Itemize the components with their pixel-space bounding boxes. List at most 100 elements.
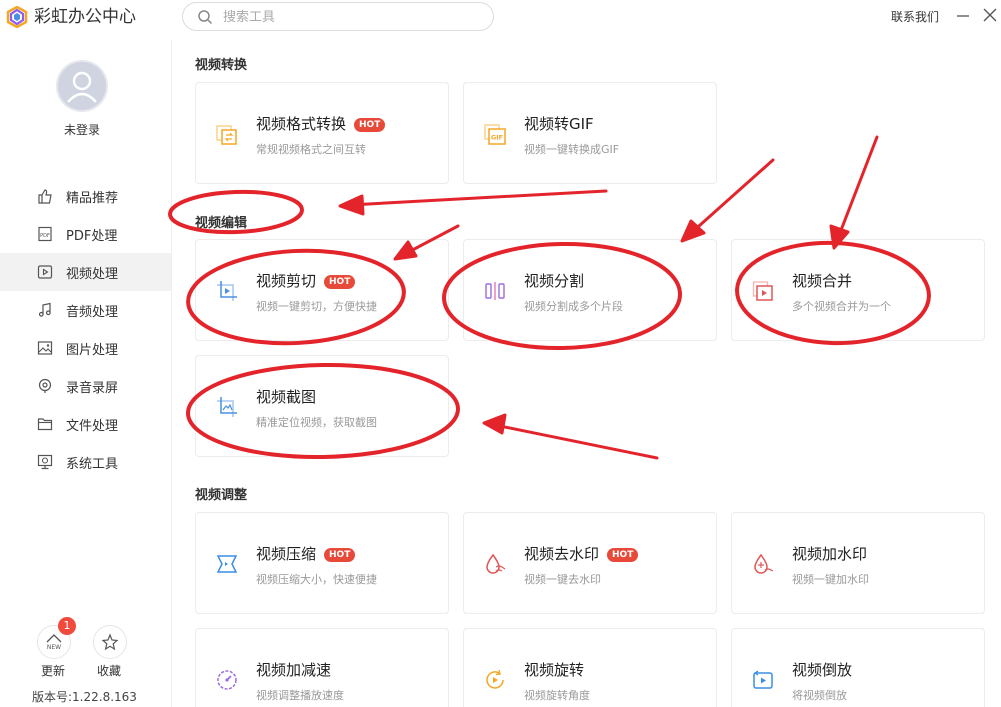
- card-video-speed[interactable]: 视频加减速 视频调整播放速度: [195, 628, 449, 707]
- sidebar-item-label: 系统工具: [66, 456, 119, 472]
- card-video-remove-watermark[interactable]: 视频去水印 HOT 视频一键去水印: [463, 512, 717, 614]
- folder-icon: [37, 418, 53, 431]
- avatar[interactable]: [56, 60, 108, 112]
- card-description: 视频一键加水印: [792, 573, 869, 586]
- star-icon: [101, 633, 119, 651]
- minimize-icon[interactable]: [954, 6, 972, 24]
- sidebar-item-system[interactable]: 系统工具: [0, 443, 171, 481]
- sidebar-item-audio[interactable]: 音频处理: [0, 291, 171, 329]
- title-bar: 彩虹办公中心 联系我们: [0, 0, 1001, 40]
- sidebar-item-record[interactable]: 录音录屏: [0, 367, 171, 405]
- sidebar-item-label: 视频处理: [66, 266, 119, 282]
- favorites-label: 收藏: [97, 664, 122, 678]
- card-description: 视频调整播放速度: [256, 689, 344, 702]
- card-title: 视频格式转换 HOT: [256, 113, 386, 134]
- card-title: 视频去水印 HOT: [524, 543, 639, 564]
- gif-icon-text: GIF: [491, 134, 503, 142]
- card-video-add-watermark[interactable]: 视频加水印 视频一键加水印: [731, 512, 985, 614]
- card-title: 视频截图: [256, 388, 317, 406]
- add-watermark-icon: [754, 553, 774, 574]
- gif-icon: GIF: [484, 124, 506, 145]
- video-icon: [37, 265, 53, 279]
- card-video-reverse[interactable]: 视频倒放 将视频倒放: [731, 628, 985, 707]
- card-title: 视频倒放: [792, 661, 853, 679]
- card-description: 视频压缩大小，快速便捷: [256, 573, 377, 586]
- section-title: 视频转换: [195, 58, 248, 73]
- search-box[interactable]: [182, 2, 494, 31]
- card-video-rotate[interactable]: 视频旋转 视频旋转角度: [463, 628, 717, 707]
- card-description: 将视频倒放: [792, 689, 847, 702]
- speed-icon: [217, 670, 237, 690]
- section-title: 视频调整: [195, 488, 248, 503]
- card-description: 视频一键剪切，方便快捷: [256, 300, 377, 313]
- update-badge: 1: [58, 617, 76, 635]
- card-description: 视频一键去水印: [524, 573, 601, 586]
- app-logo-icon: [6, 6, 28, 28]
- card-description: 视频旋转角度: [524, 689, 590, 702]
- sidebar-item-video[interactable]: 视频处理: [0, 253, 171, 291]
- crop-icon: [217, 281, 237, 301]
- card-title: 视频加减速: [256, 661, 332, 679]
- user-icon: [67, 71, 97, 103]
- pdf-icon: PDF: [38, 226, 52, 242]
- card-video-compress[interactable]: 视频压缩 HOT 视频压缩大小，快速便捷: [195, 512, 449, 614]
- card-title: 视频压缩 HOT: [256, 543, 356, 564]
- sidebar-item-label: 文件处理: [66, 418, 119, 434]
- hot-badge: HOT: [607, 548, 639, 562]
- card-video-screenshot[interactable]: 视频截图 精准定位视频，获取截图: [195, 355, 449, 457]
- close-icon[interactable]: [981, 6, 999, 24]
- rotate-icon: [486, 669, 504, 689]
- app-window: 彩虹办公中心 联系我们 未登录: [0, 0, 1001, 707]
- card-description: 精准定位视频，获取截图: [256, 416, 377, 429]
- update-label: 更新: [41, 664, 66, 678]
- sidebar-item-label: 录音录屏: [66, 380, 119, 396]
- screenshot-icon: [217, 397, 237, 417]
- card-description: 视频分割成多个片段: [524, 300, 623, 313]
- format-convert-icon: [216, 125, 237, 145]
- hot-badge: HOT: [324, 275, 356, 289]
- app-title: 彩虹办公中心: [34, 7, 136, 27]
- card-title: 视频剪切 HOT: [256, 270, 356, 291]
- card-title: 视频转GIF: [524, 115, 594, 133]
- sidebar-item-label: 精品推荐: [66, 190, 119, 206]
- version-text: 版本号:1.22.8.163: [32, 690, 137, 704]
- music-note-icon: [38, 302, 51, 317]
- record-icon: [38, 378, 52, 393]
- hot-badge: HOT: [354, 118, 386, 132]
- sidebar-item-label: 图片处理: [66, 342, 119, 358]
- login-status[interactable]: 未登录: [0, 121, 164, 138]
- monitor-icon: [37, 454, 53, 470]
- card-description: 多个视频合并为一个: [792, 300, 891, 313]
- card-title: 视频合并: [792, 272, 853, 290]
- new-text: NEW: [47, 644, 61, 651]
- card-video-to-gif[interactable]: GIF 视频转GIF 视频一键转换成GIF: [463, 82, 717, 184]
- sidebar-bottom-actions: NEW 1 更新 收藏: [0, 617, 171, 695]
- search-icon: [198, 10, 213, 25]
- card-video-cut[interactable]: 视频剪切 HOT 视频一键剪切，方便快捷: [195, 239, 449, 341]
- sidebar-item-pdf[interactable]: PDF PDF处理: [0, 215, 171, 253]
- card-video-merge[interactable]: 视频合并 多个视频合并为一个: [731, 239, 985, 341]
- thumbs-up-icon: [38, 189, 52, 204]
- card-video-format-convert[interactable]: 视频格式转换 HOT 常规视频格式之间互转: [195, 82, 449, 184]
- card-description: 视频一键转换成GIF: [524, 143, 620, 156]
- card-video-split[interactable]: 视频分割 视频分割成多个片段: [463, 239, 717, 341]
- search-input[interactable]: [223, 6, 483, 28]
- sidebar-item-file[interactable]: 文件处理: [0, 405, 171, 443]
- compress-icon: [216, 555, 238, 573]
- merge-icon: [752, 281, 773, 301]
- contact-us-link[interactable]: 联系我们: [891, 8, 939, 25]
- reverse-icon: [753, 670, 773, 689]
- card-title: 视频加水印: [792, 545, 868, 563]
- hot-badge: HOT: [324, 548, 356, 562]
- svg-text:PDF: PDF: [40, 233, 50, 239]
- card-description: 常规视频格式之间互转: [256, 143, 366, 156]
- split-icon: [485, 282, 505, 300]
- sidebar-nav: 精品推荐 PDF PDF处理 视频处理 音频处理 图片处理 录音录屏 文件处理 …: [0, 177, 171, 481]
- sidebar-item-label: 音频处理: [66, 304, 119, 320]
- sidebar: 未登录 精品推荐 PDF PDF处理 视频处理 音频处理 图片处理 录音录屏 文…: [0, 40, 172, 707]
- main-content: 视频转换 视频格式转换 HOT 常规视频格式之间互转 GIF 视频转GIF 视频一…: [172, 40, 1001, 707]
- favorites-button[interactable]: [93, 625, 127, 659]
- sidebar-item-recommend[interactable]: 精品推荐: [0, 177, 171, 215]
- image-icon: [37, 341, 53, 355]
- sidebar-item-image[interactable]: 图片处理: [0, 329, 171, 367]
